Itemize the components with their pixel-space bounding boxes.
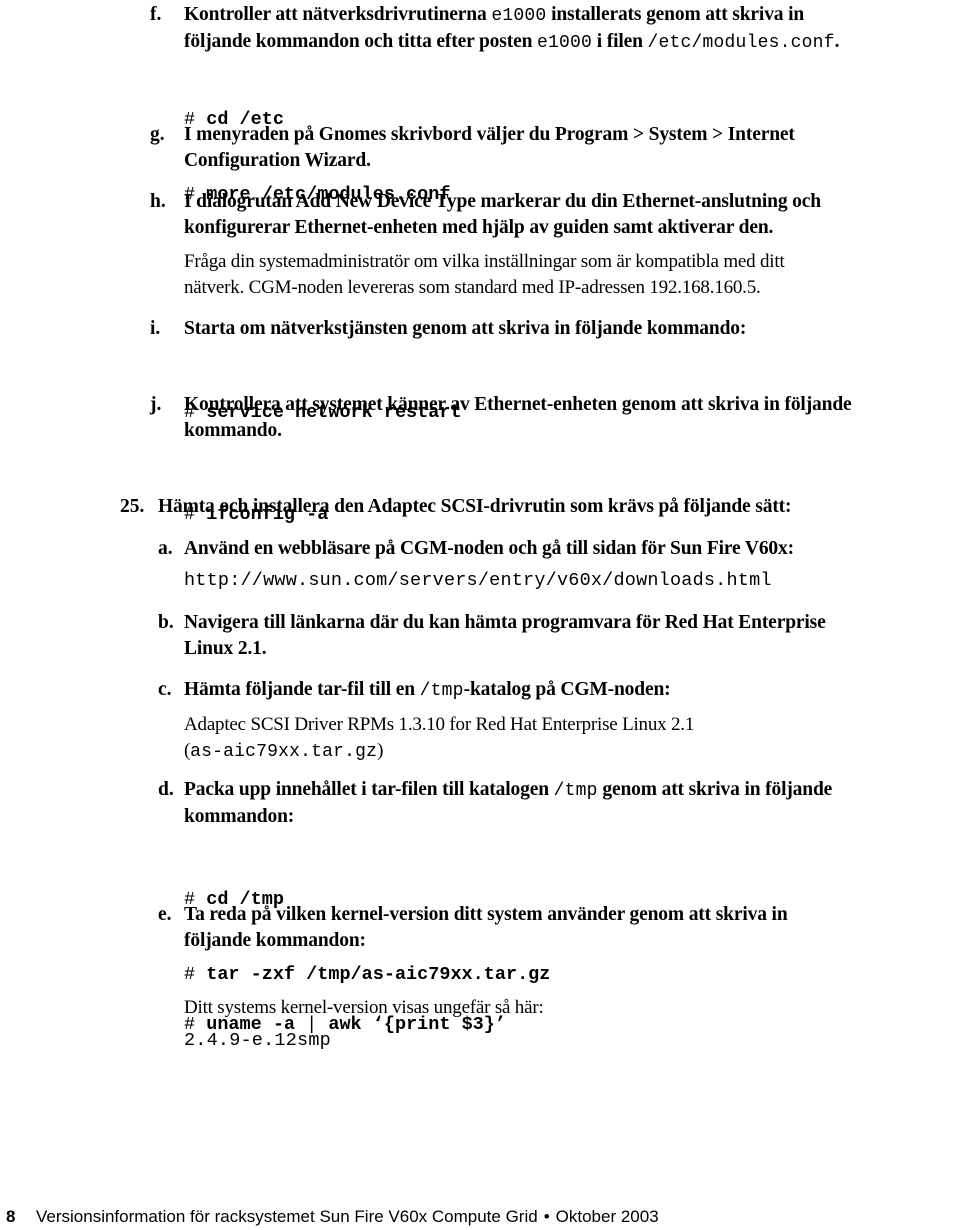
step-text: Hämta och installera den Adaptec SCSI-dr… — [158, 496, 792, 517]
step-marker: b. — [158, 612, 174, 633]
kernel-result-intro: Ditt systems kernel-version visas ungefä… — [184, 997, 544, 1018]
step-marker: 25. — [120, 496, 145, 517]
step-marker: j. — [150, 394, 162, 415]
substep-d: d. Packa upp innehållet i tar-filen till… — [158, 777, 960, 830]
step-marker: a. — [158, 538, 173, 559]
inline-code: /etc/modules.conf — [647, 33, 835, 53]
step-marker: c. — [158, 679, 172, 700]
substep-b: b. Navigera till länkarna där du kan häm… — [158, 610, 958, 662]
step-text: Hämta följande tar-fil till en /tmp-kata… — [184, 679, 671, 701]
step-h-note: Fråga din systemadministratör om vilka i… — [184, 251, 785, 298]
step-text: Kontroller att nätverksdrivrutinerna e10… — [184, 4, 840, 53]
step-text: I menyraden på Gnomes skrivbord väljer d… — [184, 124, 795, 171]
step-text: Använd en webbläsare på CGM-noden och gå… — [184, 538, 794, 559]
step-text: Starta om nätverkstjänsten genom att skr… — [184, 318, 747, 339]
step-marker: i. — [150, 318, 161, 339]
code-block: # uname -a | awk ‘{print $3}’ — [184, 962, 506, 1087]
inline-code: e1000 — [491, 6, 547, 26]
step-marker: h. — [150, 191, 166, 212]
step-f: f. Kontroller att nätverksdrivrutinerna … — [150, 2, 950, 56]
inline-code: e1000 — [537, 33, 593, 53]
file-name: as-aic79xx.tar.gz — [190, 742, 378, 762]
bullet-separator: • — [543, 1207, 550, 1226]
tar-file-description: Adaptec SCSI Driver RPMs 1.3.10 for Red … — [184, 714, 695, 762]
step-marker: e. — [158, 904, 172, 925]
substep-e: e. Ta reda på vilken kernel-version ditt… — [158, 902, 958, 954]
footer-date: Oktober 2003 — [555, 1207, 659, 1226]
step-h: h. I dialogrutan Add New Device Type mar… — [150, 189, 950, 241]
kernel-version-example: 2.4.9-e.12smp — [184, 1030, 331, 1051]
inline-code: /tmp — [553, 781, 598, 801]
step-marker: d. — [158, 779, 174, 800]
page-number: 8 — [6, 1207, 16, 1226]
step-marker: f. — [150, 4, 162, 25]
step-j: j. Kontrollera att systemet känner av Et… — [150, 392, 960, 444]
substep-c: c. Hämta följande tar-fil till en /tmp-k… — [158, 677, 958, 704]
step-i: i. Starta om nätverkstjänsten genom att … — [150, 316, 950, 342]
substep-a: a. Använd en webbläsare på CGM-noden och… — [158, 536, 958, 562]
document-page: f. Kontroller att nätverksdrivrutinerna … — [0, 0, 960, 1230]
step-text: Ta reda på vilken kernel-version ditt sy… — [184, 904, 788, 951]
step-25: 25. Hämta och installera den Adaptec SCS… — [120, 494, 950, 520]
download-url[interactable]: http://www.sun.com/servers/entry/v60x/do… — [184, 568, 772, 594]
step-text: I dialogrutan Add New Device Type marker… — [184, 191, 821, 238]
step-text: Packa upp innehållet i tar-filen till ka… — [184, 779, 833, 827]
page-footer: 8 Versionsinformation för racksystemet Su… — [6, 1206, 659, 1228]
step-text: Kontrollera att systemet känner av Ether… — [184, 394, 852, 441]
inline-code: /tmp — [419, 681, 464, 701]
step-text: Navigera till länkarna där du kan hämta … — [184, 612, 826, 659]
step-marker: g. — [150, 124, 165, 145]
step-g: g. I menyraden på Gnomes skrivbord välje… — [150, 122, 950, 174]
footer-title: Versionsinformation för racksystemet Sun… — [36, 1207, 538, 1226]
